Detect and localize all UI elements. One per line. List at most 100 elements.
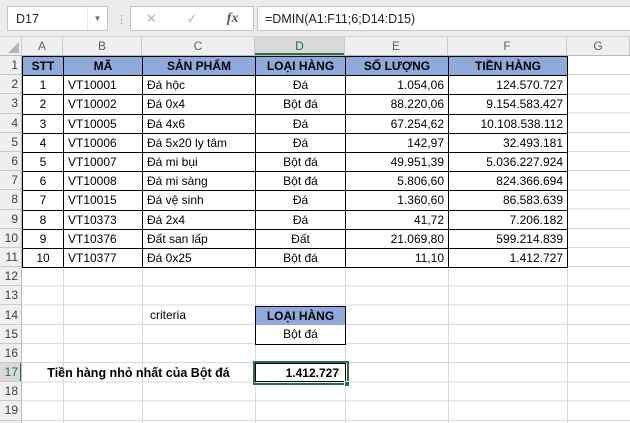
col-header-c[interactable]: C (142, 37, 255, 55)
cell-ma[interactable]: VT10002 (64, 95, 143, 114)
cell-ma[interactable]: VT10376 (64, 229, 143, 248)
row-header[interactable]: 15 (0, 325, 22, 344)
cell-san-pham[interactable]: Đất san lấp (143, 229, 256, 248)
row-header[interactable]: 12 (0, 267, 22, 286)
name-box-dropdown-icon[interactable]: ▼ (87, 7, 107, 30)
cell-san-pham[interactable]: Đá mi bụi (143, 152, 256, 171)
cell-tien-hang[interactable]: 9.154.583.427 (449, 95, 568, 114)
col-header-g[interactable]: G (567, 37, 630, 55)
row-header[interactable]: 18 (0, 382, 22, 401)
cell-stt[interactable]: 2 (23, 95, 64, 114)
cell-tien-hang[interactable]: 124.570.727 (449, 76, 568, 95)
cell-so-luong[interactable]: 142,97 (346, 133, 449, 152)
cell-loai-hang[interactable]: Đất (256, 229, 346, 248)
cell-so-luong[interactable]: 88.220,06 (346, 95, 449, 114)
cell-loai-hang[interactable]: Đá (256, 114, 346, 133)
cell-so-luong[interactable]: 11,10 (346, 248, 449, 267)
row-header[interactable]: 3 (0, 94, 22, 113)
cell-san-pham[interactable]: Đá hộc (143, 76, 256, 95)
col-header-a[interactable]: A (22, 37, 63, 55)
cell-so-luong[interactable]: 1.054,06 (346, 76, 449, 95)
header-stt[interactable]: STT (23, 57, 64, 76)
criteria-value-cell[interactable]: Bột đá (255, 325, 346, 345)
col-header-e[interactable]: E (345, 37, 448, 55)
cell-stt[interactable]: 6 (23, 172, 64, 191)
name-box[interactable]: D17 ▼ (7, 6, 108, 31)
cell-tien-hang[interactable]: 599.214.839 (449, 229, 568, 248)
cell-loai-hang[interactable]: Đá (256, 191, 346, 210)
cell-stt[interactable]: 5 (23, 152, 64, 171)
insert-function-icon[interactable]: fx (218, 11, 248, 27)
cell-stt[interactable]: 1 (23, 76, 64, 95)
cell-loai-hang[interactable]: Đá (256, 210, 346, 229)
col-header-b[interactable]: B (63, 37, 142, 55)
row-header[interactable]: 6 (0, 152, 22, 171)
cell-loai-hang[interactable]: Đá (256, 76, 346, 95)
cell-tien-hang[interactable]: 5.036.227.924 (449, 152, 568, 171)
row-header[interactable]: 7 (0, 171, 22, 190)
header-ma[interactable]: MÃ (64, 57, 143, 76)
cell-so-luong[interactable]: 1.360,60 (346, 191, 449, 210)
cell-san-pham[interactable]: Đá 0x25 (143, 248, 256, 267)
cell-stt[interactable]: 4 (23, 133, 64, 152)
cell-stt[interactable]: 8 (23, 210, 64, 229)
cell-tien-hang[interactable]: 86.583.639 (449, 191, 568, 210)
cell-loai-hang[interactable]: Bột đá (256, 95, 346, 114)
formula-input[interactable]: =DMIN(A1:F11;6;D14:D15) (257, 6, 630, 31)
cell-san-pham[interactable]: Đá 5x20 ly tâm (143, 133, 256, 152)
row-header[interactable]: 19 (0, 401, 22, 420)
criteria-label[interactable]: criteria (142, 306, 255, 325)
cell-ma[interactable]: VT10001 (64, 76, 143, 95)
cancel-icon[interactable]: ✕ (136, 11, 166, 27)
col-header-f[interactable]: F (448, 37, 567, 55)
row-header[interactable]: 2 (0, 75, 22, 94)
cell-tien-hang[interactable]: 1.412.727 (449, 248, 568, 267)
cell-san-pham[interactable]: Đá 0x4 (143, 95, 256, 114)
cell-ma[interactable]: VT10007 (64, 152, 143, 171)
row-header[interactable]: 9 (0, 210, 22, 229)
cell-loai-hang[interactable]: Bột đá (256, 172, 346, 191)
cell-san-pham[interactable]: Đá vệ sinh (143, 191, 256, 210)
row-header[interactable]: 5 (0, 133, 22, 152)
col-header-d[interactable]: D (255, 37, 345, 55)
cell-tien-hang[interactable]: 7.206.182 (449, 210, 568, 229)
selected-cell-d17[interactable]: 1.412.727 (255, 363, 346, 382)
row-header[interactable]: 17 (0, 363, 22, 382)
cell-loai-hang[interactable]: Bột đá (256, 248, 346, 267)
cell-stt[interactable]: 9 (23, 229, 64, 248)
cell-stt[interactable]: 7 (23, 191, 64, 210)
cell-tien-hang[interactable]: 10.108.538.112 (449, 114, 568, 133)
header-so-luong[interactable]: SỐ LƯỢNG (346, 57, 449, 76)
row-header[interactable]: 11 (0, 248, 22, 267)
cell-loai-hang[interactable]: Bột đá (256, 152, 346, 171)
cell-so-luong[interactable]: 21.069,80 (346, 229, 449, 248)
cell-san-pham[interactable]: Đá mi sàng (143, 172, 256, 191)
header-tien-hang[interactable]: TIỀN HÀNG (449, 57, 568, 76)
fill-handle[interactable] (344, 381, 350, 387)
cell-ma[interactable]: VT10377 (64, 248, 143, 267)
cell-ma[interactable]: VT10008 (64, 172, 143, 191)
row-header[interactable]: 1 (0, 56, 22, 75)
cell-so-luong[interactable]: 5.806,60 (346, 172, 449, 191)
enter-icon[interactable]: ✓ (177, 11, 207, 27)
cell-tien-hang[interactable]: 32.493.181 (449, 133, 568, 152)
cell-stt[interactable]: 10 (23, 248, 64, 267)
cell-so-luong[interactable]: 67.254,62 (346, 114, 449, 133)
row-header[interactable]: 4 (0, 114, 22, 133)
row-header[interactable]: 14 (0, 305, 22, 324)
cell-tien-hang[interactable]: 824.366.694 (449, 172, 568, 191)
row-header[interactable]: 13 (0, 286, 22, 305)
cell-san-pham[interactable]: Đá 2x4 (143, 210, 256, 229)
cell-san-pham[interactable]: Đá 4x6 (143, 114, 256, 133)
cell-loai-hang[interactable]: Đá (256, 133, 346, 152)
row-header[interactable]: 16 (0, 344, 22, 363)
cell-stt[interactable]: 3 (23, 114, 64, 133)
cell-ma[interactable]: VT10006 (64, 133, 143, 152)
row-header[interactable]: 8 (0, 190, 22, 209)
cell-so-luong[interactable]: 49.951,39 (346, 152, 449, 171)
cell-ma[interactable]: VT10015 (64, 191, 143, 210)
header-loai-hang[interactable]: LOẠI HÀNG (256, 57, 346, 76)
header-san-pham[interactable]: SẢN PHẨM (143, 57, 256, 76)
select-all-corner[interactable] (0, 37, 22, 55)
cell-ma[interactable]: VT10005 (64, 114, 143, 133)
